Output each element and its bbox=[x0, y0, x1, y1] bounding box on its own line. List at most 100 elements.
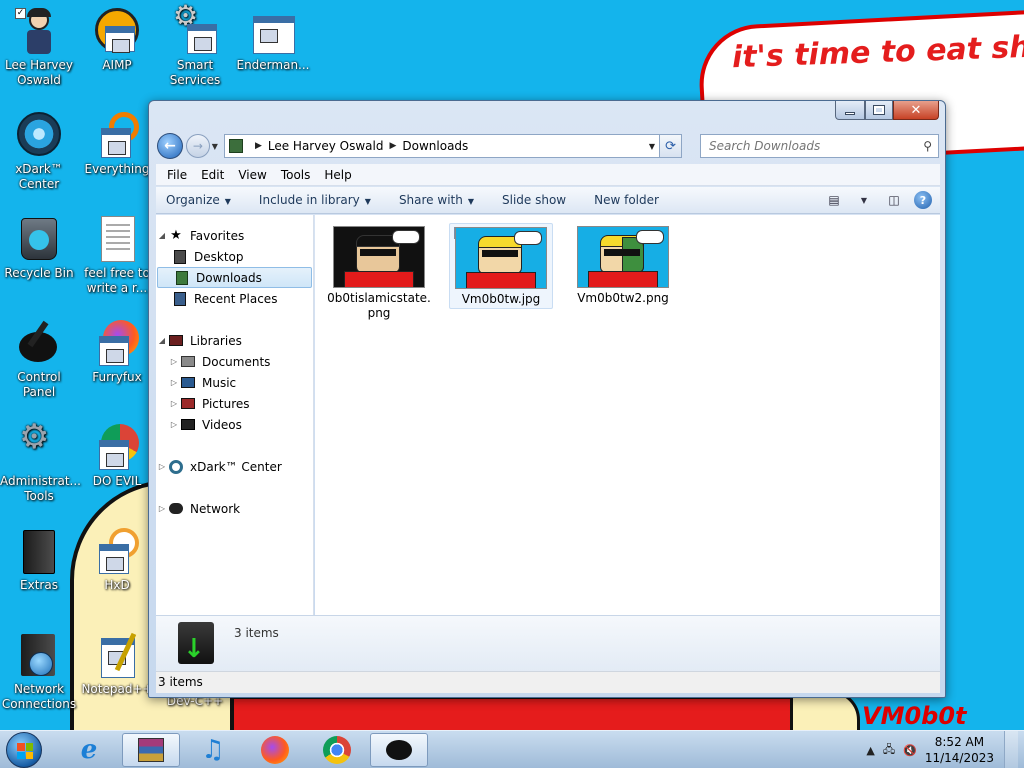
collapse-arrow-icon[interactable]: ◢ bbox=[156, 231, 168, 240]
menu-file[interactable]: File bbox=[160, 164, 194, 186]
expand-arrow-icon[interactable]: ▷ bbox=[168, 378, 180, 387]
chevron-down-icon: ▼ bbox=[224, 197, 231, 206]
nav-downloads[interactable]: Downloads bbox=[157, 267, 312, 288]
breadcrumb-chevron-icon[interactable]: ▶ bbox=[389, 141, 396, 151]
minimize-button[interactable] bbox=[835, 101, 865, 120]
chrome-icon bbox=[323, 736, 351, 764]
taskbar-control-panel[interactable] bbox=[370, 733, 428, 767]
nav-pictures[interactable]: ▷ Pictures bbox=[156, 393, 314, 414]
system-tray: ▲ 🖧 🔇 8:52 AM 11/14/2023 bbox=[866, 731, 1018, 768]
command-bar-right: ▤ ▼ ◫ ? bbox=[824, 190, 932, 210]
nav-libraries[interactable]: ◢ Libraries bbox=[156, 330, 314, 351]
taskbar-archive-app[interactable] bbox=[122, 733, 180, 767]
slide-show-button[interactable]: Slide show bbox=[502, 193, 566, 207]
desktop-icon-xdark-center[interactable]: xDark™ Center bbox=[0, 112, 78, 192]
desktop-icon-smart-services[interactable]: ⚙ Smart Services bbox=[156, 2, 234, 88]
desktop-icon-everything[interactable]: Everything bbox=[78, 112, 156, 177]
maximize-button[interactable] bbox=[865, 101, 893, 120]
taskbar-firefox[interactable] bbox=[246, 733, 304, 767]
search-icon[interactable]: ⚲ bbox=[923, 139, 932, 153]
close-icon: ✕ bbox=[910, 102, 922, 118]
include-in-library-button[interactable]: Include in library ▼ bbox=[259, 193, 371, 207]
text-document-icon bbox=[93, 216, 141, 264]
image-thumbnail bbox=[455, 227, 547, 289]
expand-arrow-icon[interactable]: ▷ bbox=[168, 357, 180, 366]
firefox-icon bbox=[93, 320, 141, 368]
desktop-icon-text-file[interactable]: feel free to write a r... bbox=[78, 216, 156, 296]
refresh-button[interactable]: ⟳ bbox=[660, 134, 682, 158]
close-button[interactable]: ✕ bbox=[893, 101, 939, 120]
taskbar-music-player[interactable]: ♫ bbox=[184, 733, 242, 767]
address-bar[interactable]: ▶ Lee Harvey Oswald ▶ Downloads ▼ bbox=[223, 134, 661, 158]
show-desktop-button[interactable] bbox=[1004, 731, 1018, 768]
expand-arrow-icon[interactable]: ▷ bbox=[156, 504, 168, 513]
gear-icon: ⚙ bbox=[171, 2, 219, 56]
expand-arrow-icon[interactable]: ▷ bbox=[156, 462, 168, 471]
volume-muted-icon[interactable]: 🔇 bbox=[903, 744, 917, 757]
network-status-icon[interactable]: 🖧 bbox=[883, 741, 895, 760]
nav-documents[interactable]: ▷ Documents bbox=[156, 351, 314, 372]
view-options-chevron-icon[interactable]: ▼ bbox=[854, 190, 874, 210]
search-box[interactable]: ⚲ bbox=[699, 134, 939, 158]
desktop-icon-administrative-tools[interactable]: ⚙ Administrat... Tools bbox=[0, 420, 81, 504]
nav-network[interactable]: ▷ Network bbox=[156, 498, 314, 519]
taskbar-internet-explorer[interactable]: e bbox=[60, 733, 118, 767]
back-button[interactable]: ← bbox=[157, 133, 183, 159]
breadcrumb-chevron-icon[interactable]: ▶ bbox=[255, 141, 262, 151]
file-item[interactable]: Vm0b0tw.jpg bbox=[449, 223, 553, 309]
show-hidden-icons-icon[interactable]: ▲ bbox=[866, 744, 874, 757]
desktop-icon-notepad-plus-plus[interactable]: Notepad++ bbox=[78, 632, 156, 697]
breadcrumb-current[interactable]: Downloads bbox=[402, 139, 468, 153]
file-item[interactable]: 0b0tislamicstate.png bbox=[327, 223, 431, 320]
nav-videos[interactable]: ▷ Videos bbox=[156, 414, 314, 435]
forward-button[interactable]: → bbox=[185, 134, 210, 158]
recent-pages-button[interactable]: ▼ bbox=[212, 142, 218, 151]
nav-recent-places[interactable]: Recent Places bbox=[156, 288, 314, 309]
desktop-icon-recycle-bin[interactable]: Recycle Bin bbox=[0, 216, 78, 281]
taskbar-chrome[interactable] bbox=[308, 733, 366, 767]
desktop-icon-network-connections[interactable]: Network Connections bbox=[0, 632, 78, 712]
change-view-icon[interactable]: ▤ bbox=[824, 190, 844, 210]
maximize-icon bbox=[873, 105, 885, 115]
organize-button[interactable]: Organize ▼ bbox=[166, 193, 231, 207]
clock[interactable]: 8:52 AM 11/14/2023 bbox=[925, 734, 994, 766]
desktop-icon-control-panel[interactable]: Control Panel bbox=[0, 320, 78, 400]
share-with-button[interactable]: Share with ▼ bbox=[399, 193, 474, 207]
file-item[interactable]: Vm0b0tw2.png bbox=[571, 223, 675, 309]
nav-xdark-center[interactable]: ▷ xDark™ Center bbox=[156, 456, 314, 477]
address-dropdown-icon[interactable]: ▼ bbox=[649, 142, 655, 151]
menu-edit[interactable]: Edit bbox=[194, 164, 231, 186]
new-folder-button[interactable]: New folder bbox=[594, 193, 659, 207]
desktop-icon-furryfux[interactable]: Furryfux bbox=[78, 320, 156, 385]
search-input[interactable] bbox=[708, 139, 909, 153]
details-pane: 3 items bbox=[156, 615, 940, 671]
menu-view[interactable]: View bbox=[231, 164, 273, 186]
pictures-icon bbox=[180, 396, 196, 412]
videos-icon bbox=[180, 417, 196, 433]
nav-music[interactable]: ▷ Music bbox=[156, 372, 314, 393]
notepad-icon bbox=[93, 632, 141, 680]
expand-arrow-icon[interactable]: ▷ bbox=[168, 420, 180, 429]
folder-icon bbox=[15, 528, 63, 576]
desktop-icon-aimp[interactable]: AIMP bbox=[78, 8, 156, 73]
breadcrumb-root[interactable]: Lee Harvey Oswald bbox=[268, 139, 384, 153]
desktop-icon-hxd[interactable]: HxD bbox=[78, 528, 156, 593]
explorer-window[interactable]: ✕ ← → ▼ ▶ Lee Harvey Oswald ▶ Downloads … bbox=[148, 100, 946, 698]
expand-arrow-icon[interactable]: ▷ bbox=[168, 399, 180, 408]
app-icon bbox=[249, 8, 297, 56]
start-button[interactable] bbox=[6, 732, 42, 768]
desktop-icon-lee-harvey-oswald[interactable]: ✓ Lee Harvey Oswald bbox=[0, 8, 78, 88]
nav-desktop[interactable]: Desktop bbox=[156, 246, 314, 267]
downloads-icon bbox=[174, 270, 190, 286]
desktop-icon-extras[interactable]: Extras bbox=[0, 528, 78, 593]
desktop-icon-do-evil[interactable]: DO EVIL bbox=[78, 424, 156, 489]
control-panel-icon bbox=[386, 740, 412, 760]
preview-pane-icon[interactable]: ◫ bbox=[884, 190, 904, 210]
menu-tools[interactable]: Tools bbox=[274, 164, 318, 186]
collapse-arrow-icon[interactable]: ◢ bbox=[156, 336, 168, 345]
desktop-icon-enderman[interactable]: Enderman... bbox=[234, 8, 312, 73]
help-icon[interactable]: ? bbox=[914, 191, 932, 209]
nav-favorites[interactable]: ◢ ★ Favorites bbox=[156, 225, 314, 246]
chevron-down-icon: ▼ bbox=[364, 197, 371, 206]
menu-help[interactable]: Help bbox=[317, 164, 358, 186]
